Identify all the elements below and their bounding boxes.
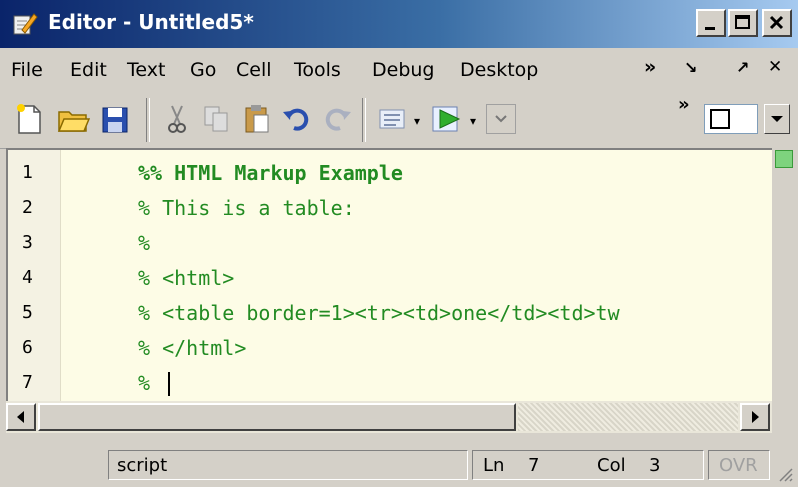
code-line[interactable]: % This is a table: <box>138 196 355 220</box>
chevron-down-icon <box>771 116 783 122</box>
copy-icon[interactable] <box>200 102 234 136</box>
menu-go[interactable]: Go <box>190 59 216 81</box>
menu-desktop[interactable]: Desktop <box>460 59 538 81</box>
minimize-icon <box>705 27 715 30</box>
code-analyzer-bar <box>772 148 798 401</box>
run-icon[interactable] <box>430 102 464 136</box>
line-number: 1 <box>22 162 33 183</box>
undo-icon[interactable] <box>280 102 314 136</box>
editor-window: Editor - Untitled5* File Edit Text Go Ce… <box>0 0 798 487</box>
redo-icon[interactable] <box>320 102 354 136</box>
run-options-dropdown[interactable] <box>486 104 516 134</box>
arrow-left-icon <box>17 411 24 423</box>
code-line[interactable]: %% HTML Markup Example <box>138 161 403 185</box>
scroll-thumb[interactable] <box>38 403 516 431</box>
paste-icon[interactable] <box>240 102 274 136</box>
code-line[interactable]: % <html> <box>138 266 234 290</box>
line-number: 5 <box>22 302 33 323</box>
minimize-button[interactable] <box>696 9 726 37</box>
window-title: Editor - Untitled5* <box>48 10 254 34</box>
toolbar-separator <box>146 98 150 142</box>
code-editor[interactable]: 1 2 3 4 5 6 7 %% HTML Markup Example % T… <box>6 148 772 401</box>
scroll-right-button[interactable] <box>740 403 770 431</box>
overwrite-indicator: OVR <box>708 450 770 480</box>
menu-overflow-icon[interactable]: » <box>644 56 656 78</box>
chevron-down-icon <box>495 115 507 123</box>
maximize-icon <box>735 15 750 29</box>
status-mode-panel: script <box>108 450 468 480</box>
menu-bar: File Edit Text Go Cell Tools Debug Deskt… <box>0 48 798 90</box>
save-icon[interactable] <box>98 102 132 136</box>
undock-icon[interactable]: ↗ <box>736 58 749 77</box>
line-label: Ln <box>483 455 505 476</box>
line-number-gutter <box>8 150 61 401</box>
cell-mode-dropdown-icon[interactable]: ▾ <box>414 114 420 128</box>
arrow-right-icon <box>752 411 759 423</box>
close-document-icon[interactable]: ✕ <box>768 57 782 77</box>
dock-icon[interactable]: ↘ <box>684 58 697 77</box>
column-label: Col <box>597 455 626 476</box>
line-number: 4 <box>22 267 33 288</box>
column-value: 3 <box>649 455 661 476</box>
code-analyzer-ok-indicator[interactable] <box>775 150 793 168</box>
run-dropdown-icon[interactable]: ▾ <box>470 114 476 128</box>
menu-file[interactable]: File <box>11 59 43 81</box>
line-number: 3 <box>22 232 33 253</box>
menu-debug[interactable]: Debug <box>372 59 434 81</box>
resize-grip-icon[interactable] <box>776 465 794 483</box>
close-icon <box>769 15 784 30</box>
scroll-track[interactable] <box>518 403 738 431</box>
cell-mode-icon[interactable] <box>376 102 410 136</box>
menu-edit[interactable]: Edit <box>70 59 107 81</box>
menu-text[interactable]: Text <box>127 59 165 81</box>
title-bar[interactable]: Editor - Untitled5* <box>0 0 798 48</box>
cut-icon[interactable] <box>160 102 194 136</box>
code-line[interactable]: % <table border=1><tr><td>one</td><td>tw <box>138 301 620 325</box>
horizontal-scrollbar[interactable] <box>6 401 772 433</box>
layout-square-icon <box>710 109 730 129</box>
status-position-panel: Ln 7 Col 3 <box>472 450 704 480</box>
toolbar-separator <box>362 98 366 142</box>
menu-tools[interactable]: Tools <box>294 59 341 81</box>
toolbar-overflow-icon[interactable]: » <box>678 94 690 115</box>
line-number: 2 <box>22 197 33 218</box>
line-number: 7 <box>22 372 33 393</box>
menu-cell[interactable]: Cell <box>236 59 272 81</box>
open-folder-icon[interactable] <box>56 102 90 136</box>
code-line[interactable]: % <box>138 231 150 255</box>
new-file-icon[interactable] <box>12 102 46 136</box>
code-line[interactable]: % </html> <box>138 336 246 360</box>
text-cursor <box>168 372 170 396</box>
ovr-label: OVR <box>719 455 758 476</box>
close-button[interactable] <box>762 9 792 37</box>
code-line[interactable]: % <box>138 371 150 395</box>
editor-app-icon <box>13 13 38 35</box>
maximize-button[interactable] <box>728 9 758 37</box>
status-bar: script Ln 7 Col 3 OVR <box>0 440 798 487</box>
layout-dropdown-button[interactable] <box>764 104 790 134</box>
line-value: 7 <box>528 455 540 476</box>
layout-selector[interactable] <box>704 104 758 134</box>
line-number: 6 <box>22 337 33 358</box>
status-mode: script <box>117 455 168 476</box>
toolbar: ▾ ▾ » <box>0 90 798 149</box>
scroll-left-button[interactable] <box>6 403 36 431</box>
